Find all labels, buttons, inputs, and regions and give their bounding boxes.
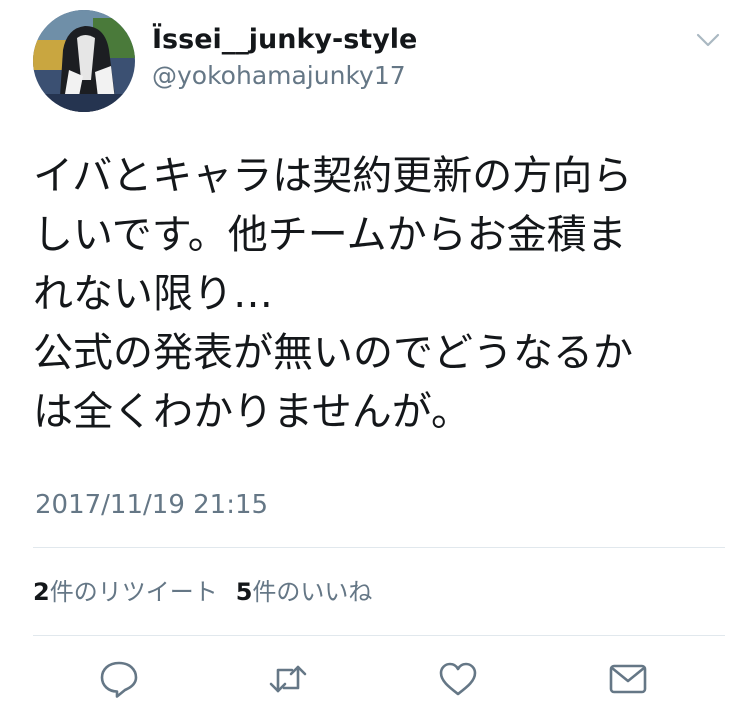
retweet-stat[interactable]: 2件のリツイート: [33, 578, 218, 606]
reply-button[interactable]: [98, 658, 140, 700]
like-label: 件のいいね: [252, 578, 373, 606]
chevron-down-icon[interactable]: [696, 32, 720, 48]
retweet-label: 件のリツイート: [49, 578, 218, 606]
engagement-stats: 2件のリツイート 5件のいいね: [33, 576, 372, 608]
like-button[interactable]: [437, 658, 479, 700]
divider: [33, 635, 725, 636]
tweet-text: イバとキャラは契約更新の方向ら しいです。他チームからお金積ま れない限り… 公…: [33, 147, 733, 442]
direct-message-button[interactable]: [607, 658, 649, 700]
tweet-text-line: しいです。他チームからお金積ま: [33, 212, 627, 258]
tweet-text-line: イバとキャラは契約更新の方向ら: [33, 153, 633, 199]
tweet-text-line: 公式の発表が無いのでどうなるか: [33, 330, 633, 376]
display-name[interactable]: Ïssei__junky-style: [152, 22, 417, 58]
tweet-text-line: れない限り…: [33, 271, 273, 317]
like-count: 5: [235, 578, 253, 606]
divider: [33, 547, 725, 548]
retweet-count: 2: [33, 578, 50, 606]
heart-icon: [439, 662, 477, 696]
tweet-text-line: は全くわかりませんが。: [33, 389, 471, 435]
avatar[interactable]: [33, 10, 135, 112]
like-stat[interactable]: 5件のいいね: [236, 578, 373, 606]
envelope-icon: [609, 664, 647, 694]
timestamp: 2017/11/19 21:15: [35, 490, 269, 520]
username[interactable]: @yokohamajunky17: [152, 60, 406, 92]
avatar-image: [33, 10, 135, 112]
retweet-icon: [269, 665, 307, 693]
retweet-button[interactable]: [267, 658, 309, 700]
reply-icon: [100, 661, 138, 698]
